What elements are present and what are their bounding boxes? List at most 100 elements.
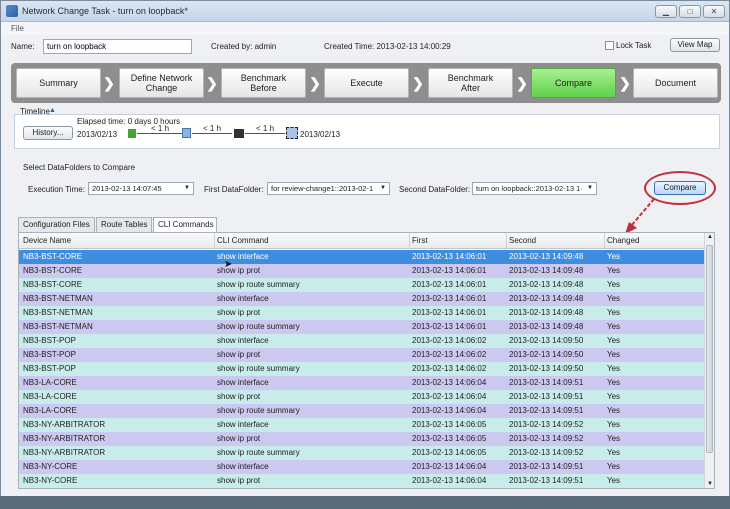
step-arrow-icon: ❯ [309,75,321,91]
cell-first: 2013-02-13 14:06:01 [412,322,487,331]
close-button[interactable]: ✕ [703,5,725,18]
taskbar-strip [0,496,730,509]
table-row[interactable]: NB3-NY-ARBITRATOR show interface 2013-02-1… [19,418,705,432]
cell-changed: Yes [607,462,621,471]
table-row[interactable]: NB3-BST-NETMAN show ip prot 2013-02-13 14:… [19,306,705,320]
cell-first: 2013-02-13 14:06:01 [412,308,487,317]
step-arrow-icon: ❯ [619,75,631,91]
execution-time-select[interactable]: 2013-02-13 14:07:45 ▼ [88,182,194,195]
scrollbar-thumb[interactable] [706,245,713,453]
column-second[interactable]: Second [509,236,536,245]
tab-cli-commands[interactable]: CLI Commands [153,217,217,233]
compare-benchmark-icon[interactable] [286,127,298,139]
cell-second: 2013-02-13 14:09:51 [509,378,584,387]
table-row[interactable]: NB3-BST-CORE show ip route summary 2013-02… [19,278,705,292]
cell-cli-command: show ip prot [217,350,261,359]
collapse-arrow-icon[interactable]: ▲ [49,107,56,114]
cell-changed: Yes [607,420,621,429]
flag-icon [128,129,136,138]
cell-changed: Yes [607,392,621,401]
scroll-down-icon[interactable]: ▼ [707,481,713,487]
step-compare[interactable]: Compare [531,68,616,98]
history-button[interactable]: History... [23,126,73,140]
tab-configuration-files[interactable]: Configuration Files [18,217,95,232]
cell-first: 2013-02-13 14:06:05 [412,420,487,429]
cell-cli-command: show interface [217,294,269,303]
table-row[interactable]: NB3-BST-POP show ip route summary 2013-02-… [19,362,705,376]
cell-cli-command: show ip route summary [217,406,300,415]
title-bar[interactable]: Network Change Task - turn on loopback* … [1,1,729,22]
cell-device-name: NB3-NY-ARBITRATOR [23,448,106,457]
timeline-segment-1: < 1 h [151,124,170,133]
step-benchmark-after[interactable]: Benchmark After [428,68,513,98]
cell-changed: Yes [607,350,621,359]
table-row[interactable]: NB3-NY-ARBITRATOR show ip route summary 20… [19,446,705,460]
table-row[interactable]: NB3-NY-ARBITRATOR show ip prot 2013-02-13 … [19,432,705,446]
cell-cli-command: show ip prot [217,476,261,485]
column-first[interactable]: First [412,236,428,245]
table-row[interactable]: NB3-LA-CORE show ip prot 2013-02-13 14:06:… [19,390,705,404]
table-row[interactable]: NB3-NY-CORE show interface 2013-02-13 14:0… [19,460,705,474]
task-info-row: Name: Created by: admin Created Time: 20… [1,38,729,56]
select-title: Select DataFolders to Compare [23,163,136,172]
cell-changed: Yes [607,406,621,415]
column-changed[interactable]: Changed [607,236,639,245]
table-row[interactable]: NB3-BST-NETMAN show interface 2013-02-13 1… [19,292,705,306]
step-define-network-change[interactable]: Define Network Change [119,68,204,98]
maximize-button[interactable]: □ [679,5,701,18]
cell-device-name: NB3-BST-POP [23,364,76,373]
cell-device-name: NB3-LA-CORE [23,378,77,387]
step-summary[interactable]: Summary [16,68,101,98]
minimize-button[interactable]: ▁ [655,5,677,18]
cell-first: 2013-02-13 14:06:02 [412,336,487,345]
cell-second: 2013-02-13 14:09:51 [509,392,584,401]
benchmark-icon[interactable] [182,128,191,138]
cell-second: 2013-02-13 14:09:52 [509,448,584,457]
cell-changed: Yes [607,476,621,485]
table-row[interactable]: NB3-BST-POP show ip prot 2013-02-13 14:06:… [19,348,705,362]
cell-second: 2013-02-13 14:09:52 [509,420,584,429]
cell-device-name: NB3-NY-CORE [23,476,78,485]
column-cli-command[interactable]: CLI Command [217,236,269,245]
cell-first: 2013-02-13 14:06:02 [412,350,487,359]
cell-cli-command: show ip route summary [217,448,300,457]
table-row[interactable]: NB3-BST-POP show interface 2013-02-13 14:0… [19,334,705,348]
cell-second: 2013-02-13 14:09:48 [509,308,584,317]
lock-task-checkbox[interactable] [605,41,614,50]
cell-changed: Yes [607,434,621,443]
cell-changed: Yes [607,252,621,261]
name-input[interactable] [43,39,192,54]
step-execute[interactable]: Execute [324,68,409,98]
second-datafolder-select[interactable]: turn on loopback::2013-02-13 1· ▼ [472,182,597,195]
column-device-name[interactable]: Device Name [23,236,71,245]
scroll-up-icon[interactable]: ▲ [707,234,713,240]
menu-file[interactable]: File [11,24,24,33]
cell-device-name: NB3-LA-CORE [23,406,77,415]
vertical-scrollbar[interactable]: ▲ ▼ [704,233,714,488]
cell-first: 2013-02-13 14:06:01 [412,280,487,289]
view-map-button[interactable]: View Map [670,38,720,52]
cell-cli-command: show ip route summary [217,364,300,373]
step-document[interactable]: Document [633,68,718,98]
cell-changed: Yes [607,280,621,289]
tab-route-tables[interactable]: Route Tables [96,217,152,232]
dropdown-arrow-icon: ▼ [587,185,593,191]
table-row[interactable]: NB3-LA-CORE show ip route summary 2013-02-… [19,404,705,418]
table-row[interactable]: NB3-BST-NETMAN show ip route summary 2013-… [19,320,705,334]
step-benchmark-before[interactable]: Benchmark Before [221,68,306,98]
cell-changed: Yes [607,294,621,303]
dropdown-arrow-icon: ▼ [184,185,190,191]
table-row[interactable]: NB3-NY-CORE show ip prot 2013-02-13 14:06:… [19,474,705,488]
first-datafolder-select[interactable]: for review-change1::2013-02-1 ▼ [267,182,390,195]
cell-device-name: NB3-BST-NETMAN [23,294,93,303]
cell-device-name: NB3-NY-ARBITRATOR [23,420,106,429]
table-row[interactable]: NB3-BST-CORE show interface 2013-02-13 14:… [19,250,705,264]
table-row[interactable]: NB3-LA-CORE show interface 2013-02-13 14:0… [19,376,705,390]
table-row[interactable]: NB3-BST-CORE show ip prot 2013-02-13 14:06… [19,264,705,278]
compare-button[interactable]: Compare [654,181,706,195]
cell-second: 2013-02-13 14:09:50 [509,350,584,359]
cell-cli-command: show interface [217,336,269,345]
mouse-cursor-icon: ➤ [224,259,233,270]
cell-first: 2013-02-13 14:06:01 [412,252,487,261]
terminal-icon[interactable] [234,129,244,138]
